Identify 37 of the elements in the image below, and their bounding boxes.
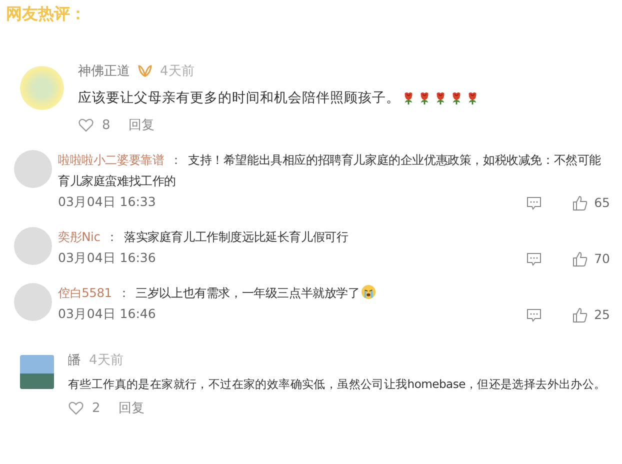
heart-icon bbox=[68, 400, 84, 416]
like-button[interactable]: 8 bbox=[78, 117, 110, 133]
comment-text: 应该要让父母亲有更多的时间和机会陪伴照顾孩子。 bbox=[78, 88, 622, 108]
heart-icon bbox=[78, 117, 94, 133]
avatar[interactable] bbox=[20, 355, 54, 389]
section-heading: 网友热评： bbox=[5, 3, 87, 25]
like-button[interactable]: 65 bbox=[572, 194, 610, 210]
thumbs-up-icon bbox=[572, 194, 588, 210]
crying-face-icon bbox=[360, 284, 376, 300]
comment-date: 03月04日 16:36 bbox=[58, 250, 157, 267]
avatar[interactable] bbox=[14, 150, 52, 188]
comment-text: 倥白5581 ： 三岁以上也有需求，一年级三点半就放学了 bbox=[58, 283, 610, 304]
thumbs-up-icon bbox=[572, 306, 588, 322]
comment-icon bbox=[526, 306, 542, 322]
comment-icon bbox=[526, 194, 542, 210]
comment-time: 4天前 bbox=[89, 352, 124, 369]
comment-button[interactable] bbox=[526, 250, 542, 266]
like-button[interactable]: 70 bbox=[572, 250, 610, 266]
comment-time: 4天前 bbox=[160, 63, 194, 80]
comment-text: 有些工作真的是在家就行，不过在家的效率确实低，虽然公司让我homebase，但还是选择去外出办公。 bbox=[68, 376, 607, 393]
thumbs-up-icon bbox=[572, 250, 588, 266]
comment-button[interactable] bbox=[526, 306, 542, 322]
avatar[interactable] bbox=[14, 227, 52, 265]
avatar[interactable] bbox=[20, 66, 64, 110]
comment-text: 奕彤Nic ： 落实家庭育儿工作制度远比延长育儿假可行 bbox=[58, 229, 350, 246]
comment-date: 03月04日 16:33 bbox=[58, 194, 157, 211]
username[interactable]: 神佛正道 bbox=[78, 62, 130, 80]
comment-date: 03月04日 16:46 bbox=[58, 306, 157, 323]
like-button[interactable]: 2 bbox=[68, 400, 100, 416]
like-button[interactable]: 25 bbox=[572, 306, 610, 322]
comment-button[interactable] bbox=[526, 194, 542, 210]
comment-icon bbox=[526, 250, 542, 266]
comment-text: 啦啦啦小二婆要靠谱 ： 支持！希望能出具相应的招聘育儿家庭的企业优惠政策，如税收减免：不然可能育儿家庭蛮难找工作的 bbox=[58, 152, 602, 190]
avatar[interactable] bbox=[14, 283, 52, 321]
username[interactable]: 皤 bbox=[68, 351, 81, 369]
reply-button[interactable]: 回复 bbox=[128, 116, 154, 134]
reply-button[interactable]: 回复 bbox=[118, 399, 144, 417]
